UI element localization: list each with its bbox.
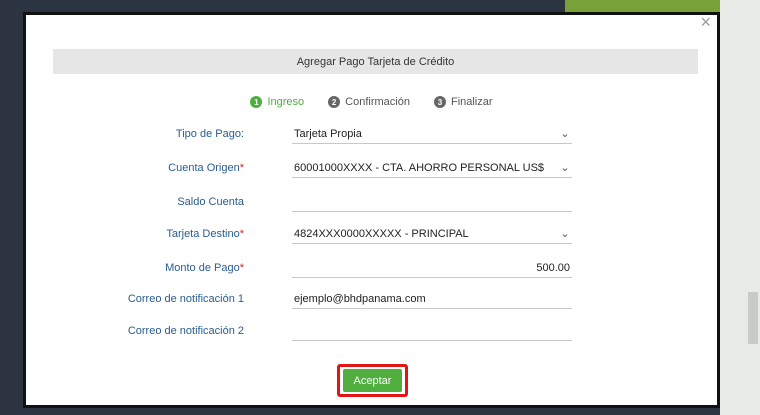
row-saldo-cuenta: Saldo Cuenta — [26, 192, 717, 212]
row-cuenta-origen: Cuenta Origen* 60001000XXXX - CTA. AHORR… — [26, 158, 717, 178]
monto-pago-label: Monto de Pago* — [165, 262, 244, 274]
step-number-1-icon: 1 — [250, 96, 263, 108]
saldo-cuenta-label: Saldo Cuenta — [177, 196, 244, 208]
correo-1-label: Correo de notificación 1 — [127, 293, 244, 305]
wizard-steps: 1 Ingreso 2 Confirmación 3 Finalizar — [26, 92, 717, 112]
step-label: Confirmación — [345, 96, 410, 108]
cuenta-origen-label: Cuenta Origen* — [168, 162, 244, 174]
background-page — [720, 0, 760, 415]
row-tipo-pago: Tipo de Pago: Tarjeta Propia ⌄ — [26, 124, 717, 144]
step-ingreso: 1 Ingreso — [250, 96, 304, 108]
page-scrollbar[interactable] — [748, 292, 758, 344]
saldo-cuenta-field — [292, 193, 572, 212]
correo-1-value: ejemplo@bhdpanama.com — [294, 292, 426, 305]
chevron-down-icon: ⌄ — [560, 128, 570, 140]
chevron-down-icon: ⌄ — [560, 162, 570, 174]
tarjeta-destino-value: 4824XXX0000XXXXX - PRINCIPAL — [294, 227, 469, 240]
row-correo-1: Correo de notificación 1 ejemplo@bhdpana… — [26, 289, 717, 309]
chevron-down-icon: ⌄ — [560, 228, 570, 240]
tipo-pago-select[interactable]: Tarjeta Propia ⌄ — [292, 125, 572, 144]
dialog-title-bar: Agregar Pago Tarjeta de Crédito — [53, 49, 698, 74]
close-icon[interactable]: × — [700, 13, 711, 31]
accept-button[interactable]: Aceptar — [343, 369, 402, 392]
step-confirmacion: 2 Confirmación — [328, 96, 410, 108]
step-label: Finalizar — [450, 96, 493, 108]
cuenta-origen-value: 60001000XXXX - CTA. AHORRO PERSONAL US$ — [294, 161, 545, 174]
monto-pago-input[interactable]: 500.00 — [292, 259, 572, 278]
step-label: Ingreso — [267, 96, 305, 108]
payment-dialog: × Agregar Pago Tarjeta de Crédito 1 Ingr… — [23, 12, 720, 408]
step-number-2-icon: 2 — [328, 96, 341, 108]
tarjeta-destino-label: Tarjeta Destino* — [166, 228, 244, 240]
cuenta-origen-select[interactable]: 60001000XXXX - CTA. AHORRO PERSONAL US$ … — [292, 159, 572, 178]
correo-2-input[interactable] — [292, 322, 572, 341]
row-monto-pago: Monto de Pago* 500.00 — [26, 258, 717, 278]
step-number-3-icon: 3 — [433, 96, 446, 108]
tipo-pago-value: Tarjeta Propia — [294, 127, 362, 140]
monto-pago-value: 500.00 — [536, 261, 570, 274]
dialog-title: Agregar Pago Tarjeta de Crédito — [296, 55, 455, 68]
correo-2-label: Correo de notificación 2 — [127, 325, 244, 337]
accept-highlight: Aceptar — [337, 364, 408, 397]
row-tarjeta-destino: Tarjeta Destino* 4824XXX0000XXXXX - PRIN… — [26, 224, 717, 244]
correo-1-input[interactable]: ejemplo@bhdpanama.com — [292, 290, 572, 309]
step-finalizar: 3 Finalizar — [433, 96, 493, 108]
row-correo-2: Correo de notificación 2 — [26, 321, 717, 341]
tarjeta-destino-select[interactable]: 4824XXX0000XXXXX - PRINCIPAL ⌄ — [292, 225, 572, 244]
tipo-pago-label: Tipo de Pago: — [175, 128, 244, 140]
